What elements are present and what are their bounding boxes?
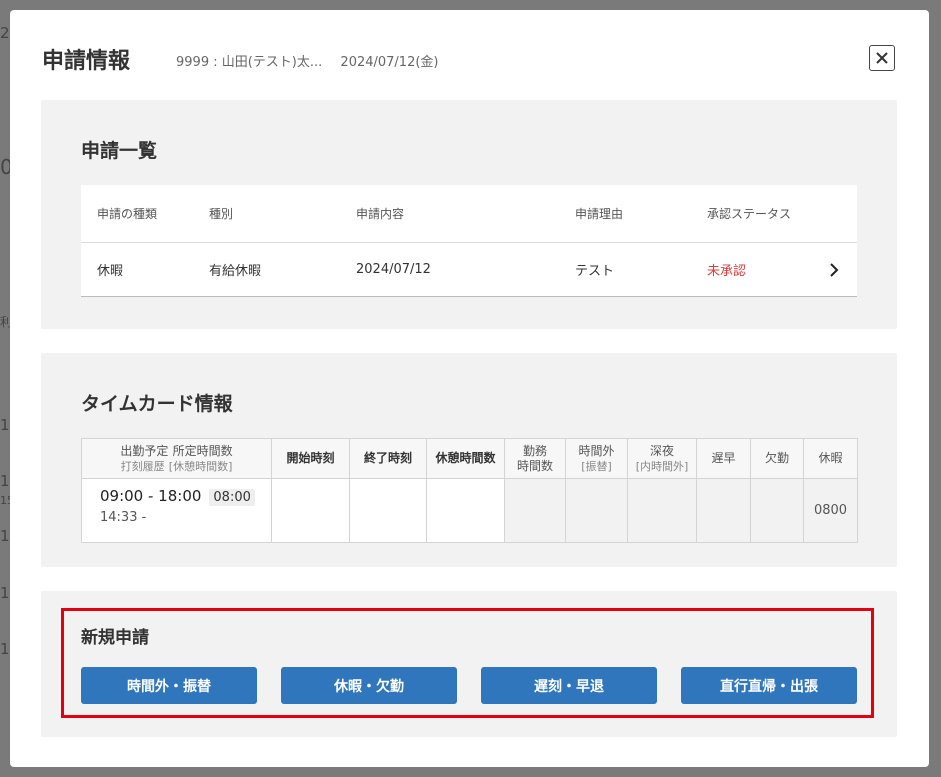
- column-header: 申請内容: [356, 207, 405, 221]
- overtime-label: 時間外: [578, 443, 615, 458]
- scheduled-time: 09:00 - 18:00: [100, 487, 202, 505]
- column-header: 承認ステータス: [707, 207, 792, 221]
- table-header-row: 申請の種類 種別 申請内容 申請理由 承認ステータス: [81, 185, 857, 243]
- schedule-cell: 09:00 - 18:00 08:00 14:33 -: [81, 478, 272, 543]
- column-header: 申請理由: [575, 207, 624, 221]
- scheduled-hours-badge: 08:00: [209, 489, 255, 506]
- table-row[interactable]: 休暇 有給休暇 2024/07/12 テスト 未承認: [81, 243, 857, 297]
- night-header: 深夜 [内時間外]: [627, 438, 697, 479]
- chevron-right-icon[interactable]: [829, 243, 839, 296]
- timecard-table: 出勤予定 所定時間数 打刻履歴 [休憩時間数] 開始時刻 終了時刻 休憩時間数 …: [81, 438, 858, 543]
- modal-title: 申請情報: [42, 49, 131, 74]
- night-cell: [627, 478, 697, 543]
- work-hours-cell: [504, 478, 566, 543]
- break-hours-cell: [426, 478, 505, 543]
- end-time-cell: [349, 478, 427, 543]
- new-application-panel: 新規申請 時間外・振替 休暇・欠勤 遅刻・早退 直行直帰・出張: [41, 591, 897, 737]
- application-reason: テスト: [575, 264, 615, 279]
- absence-header: 欠勤: [750, 438, 804, 479]
- schedule-header: 出勤予定 所定時間数 打刻履歴 [休憩時間数]: [81, 438, 272, 479]
- close-button[interactable]: [869, 45, 895, 71]
- night-overtime-label: [内時間外]: [635, 459, 689, 473]
- timecard-title: タイムカード情報: [81, 393, 233, 415]
- timecard-header-row: 出勤予定 所定時間数 打刻履歴 [休憩時間数] 開始時刻 終了時刻 休憩時間数 …: [81, 438, 858, 479]
- leave-label: 休暇: [818, 451, 843, 465]
- punch-history: 14:33 -: [100, 510, 147, 525]
- timecard-panel: タイムカード情報 出勤予定 所定時間数 打刻履歴 [休憩時間数] 開始時刻 終了…: [41, 353, 897, 567]
- column-header: 種別: [209, 207, 234, 221]
- application-category: 休暇: [97, 264, 124, 279]
- end-time-header: 終了時刻: [349, 438, 427, 479]
- column-header: 申請の種類: [97, 207, 158, 221]
- schedule-label: 出勤予定: [120, 443, 169, 458]
- leave-absence-button[interactable]: 休暇・欠勤: [281, 667, 457, 704]
- leave-header: 休暇: [803, 438, 858, 479]
- application-list-table: 申請の種類 種別 申請内容 申請理由 承認ステータス 休暇 有給休暇 2024/…: [81, 185, 857, 297]
- work-hours-label-2: 時間数: [516, 458, 553, 473]
- late-early-cell: [696, 478, 751, 543]
- leave-cell: 0800: [803, 478, 858, 543]
- start-time-header: 開始時刻: [271, 438, 350, 479]
- overtime-header: 時間外 [振替]: [565, 438, 628, 479]
- modal-subtitle: 9999 : 山田(テスト)太... 2024/07/12(金): [176, 51, 439, 70]
- scheduled-hours-label: 所定時間数: [172, 443, 233, 458]
- application-info-modal: 申請情報 9999 : 山田(テスト)太... 2024/07/12(金) 申請…: [10, 10, 929, 767]
- night-label: 深夜: [649, 443, 674, 458]
- overtime-substitute-button[interactable]: 時間外・振替: [81, 667, 257, 704]
- start-time-cell: [271, 478, 350, 543]
- absence-label: 欠勤: [764, 451, 789, 465]
- break-hours-header: 休憩時間数: [426, 438, 505, 479]
- late-early-leave-button[interactable]: 遅刻・早退: [481, 667, 657, 704]
- punch-history-label: 打刻履歴: [120, 459, 165, 473]
- substitute-label: [振替]: [581, 459, 612, 473]
- application-content: 2024/07/12: [356, 262, 431, 277]
- late-early-header: 遅早: [696, 438, 751, 479]
- application-list-title: 申請一覧: [81, 140, 158, 162]
- application-list-panel: 申請一覧 申請の種類 種別 申請内容 申請理由 承認ステータス 休暇 有給休暇 …: [41, 100, 897, 329]
- break-hours-label: [休憩時間数]: [168, 459, 233, 473]
- late-early-label: 遅早: [711, 451, 736, 465]
- employee-name: 9999 : 山田(テスト)太...: [176, 55, 323, 70]
- application-kind: 有給休暇: [209, 264, 262, 279]
- close-icon: [876, 52, 888, 64]
- absence-cell: [750, 478, 804, 543]
- target-date: 2024/07/12(金): [340, 55, 439, 70]
- work-hours-label-1: 勤務: [522, 443, 547, 458]
- timecard-row: 09:00 - 18:00 08:00 14:33 - 0800: [81, 478, 858, 543]
- overtime-cell: [565, 478, 628, 543]
- work-hours-header: 勤務 時間数: [504, 438, 566, 479]
- approval-status-badge: 未承認: [707, 264, 747, 279]
- direct-trip-button[interactable]: 直行直帰・出張: [681, 667, 857, 704]
- backdrop-fragment: 2: [0, 24, 10, 42]
- new-application-title: 新規申請: [81, 628, 149, 648]
